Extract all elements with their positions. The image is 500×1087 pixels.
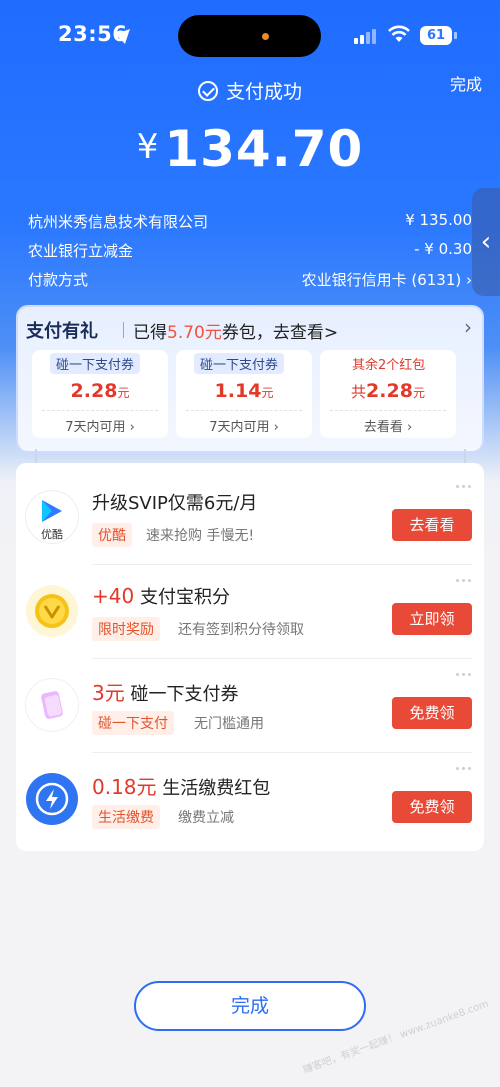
coupon-footer: 去看看 › bbox=[363, 420, 413, 435]
coupon-dash bbox=[42, 410, 158, 411]
cellular-signal-icon bbox=[354, 28, 378, 44]
done-button[interactable]: 完成 bbox=[134, 981, 366, 1031]
currency-symbol: ¥ bbox=[136, 127, 159, 167]
discount-value: - ¥ 0.30 bbox=[414, 240, 472, 258]
gift-title: 支付有礼 bbox=[26, 321, 98, 342]
coupon-value: 1.14元 bbox=[214, 380, 274, 402]
gift-card[interactable]: 支付有礼 已得5.70元券包，去查看> › 碰一下支付券 2.28元 7天内可用… bbox=[16, 305, 484, 453]
list-item[interactable]: 优酷 升级SVIP仅需6元/月 优酷 速来抢购 手慢无! 去看看 bbox=[16, 471, 484, 565]
payment-method-label: 付款方式 bbox=[28, 271, 89, 289]
payment-amount: ¥134.70 bbox=[0, 120, 500, 178]
offer-title: 0.18元 生活缴费红包 bbox=[92, 775, 271, 799]
gift-summary-link[interactable]: 已得5.70元券包，去查看> bbox=[133, 318, 338, 343]
wifi-icon bbox=[388, 25, 410, 42]
coupon-card-more[interactable]: 其余2个红包 共2.28元 去看看 › bbox=[320, 350, 456, 438]
check-circle-icon bbox=[197, 81, 218, 101]
coupon-tag: 其余2个红包 bbox=[352, 358, 426, 373]
side-drawer-tab[interactable]: ‹ bbox=[472, 188, 500, 296]
offer-desc: 缴费立减 bbox=[178, 810, 234, 826]
merchant-amount: ¥ 135.00 bbox=[405, 211, 472, 229]
coupon-dash bbox=[330, 410, 446, 411]
offer-desc: 无门槛通用 bbox=[194, 716, 264, 732]
coupon-value: 共2.28元 bbox=[351, 380, 425, 402]
merchant-name: 杭州米秀信息技术有限公司 bbox=[28, 213, 209, 231]
coupon-footer: 7天内可用 › bbox=[65, 420, 135, 435]
more-dots-icon[interactable] bbox=[456, 579, 472, 583]
coupon-dash bbox=[186, 410, 302, 411]
gift-sub-prefix: 已得 bbox=[133, 323, 167, 343]
coupon-card[interactable]: 碰一下支付券 1.14元 7天内可用 › bbox=[176, 350, 312, 438]
lightning-icon bbox=[26, 773, 78, 825]
gift-sub-amount: 5.70元 bbox=[167, 323, 222, 343]
coupon-value: 2.28元 bbox=[70, 380, 130, 402]
list-item[interactable]: 0.18元 生活缴费红包 生活缴费 缴费立减 免费领 bbox=[16, 753, 484, 847]
gift-sub-suffix: 券包，去查看> bbox=[221, 323, 339, 343]
status-bar: 23:56 61 bbox=[0, 0, 500, 72]
battery-icon: 61 bbox=[420, 26, 452, 45]
go-see-button[interactable]: 去看看 bbox=[392, 509, 472, 541]
coupon-card-icon bbox=[26, 679, 78, 731]
discount-label: 农业银行立减金 bbox=[28, 242, 134, 260]
more-dots-icon[interactable] bbox=[456, 673, 472, 677]
claim-now-button[interactable]: 立即领 bbox=[392, 603, 472, 635]
battery-tip bbox=[454, 32, 457, 39]
offer-desc: 速来抢购 手慢无! bbox=[146, 528, 255, 544]
list-item[interactable]: +40 支付宝积分 限时奖励 还有签到积分待领取 立即领 bbox=[16, 565, 484, 659]
success-text: 支付成功 bbox=[225, 81, 302, 103]
offer-tag: 生活缴费 bbox=[92, 805, 160, 829]
claim-free-button[interactable]: 免费领 bbox=[392, 791, 472, 823]
chevron-right-icon[interactable]: › bbox=[464, 315, 472, 339]
youku-icon: 优酷 bbox=[26, 491, 78, 543]
offers-list: 优酷 升级SVIP仅需6元/月 优酷 速来抢购 手慢无! 去看看 +40 支付宝… bbox=[16, 463, 484, 851]
claim-free-button[interactable]: 免费领 bbox=[392, 697, 472, 729]
more-dots-icon[interactable] bbox=[456, 767, 472, 771]
payment-method-value[interactable]: 农业银行信用卡 (6131) › bbox=[302, 269, 472, 290]
offer-tag: 限时奖励 bbox=[92, 617, 160, 641]
offer-tag: 碰一下支付 bbox=[92, 711, 174, 735]
coupon-tag: 碰一下支付券 bbox=[194, 353, 285, 374]
offer-title: 3元 碰一下支付券 bbox=[92, 681, 239, 705]
dynamic-island bbox=[178, 15, 321, 57]
offer-tag: 优酷 bbox=[92, 523, 132, 547]
done-button-top[interactable]: 完成 bbox=[450, 71, 482, 95]
indicator-dot-icon bbox=[262, 33, 269, 40]
payment-success-title: 支付成功 bbox=[0, 77, 500, 104]
list-item[interactable]: 3元 碰一下支付券 碰一下支付 无门槛通用 免费领 bbox=[16, 659, 484, 753]
offer-desc: 还有签到积分待领取 bbox=[178, 622, 304, 638]
more-dots-icon[interactable] bbox=[456, 485, 472, 489]
svg-text:优酷: 优酷 bbox=[41, 528, 63, 541]
amount-value: 134.70 bbox=[164, 120, 364, 178]
points-coin-icon bbox=[26, 585, 78, 637]
gift-divider bbox=[123, 322, 124, 338]
offer-title: 升级SVIP仅需6元/月 bbox=[92, 493, 258, 514]
coupon-tag: 碰一下支付券 bbox=[50, 353, 141, 374]
offer-title: +40 支付宝积分 bbox=[92, 584, 230, 608]
coupon-card[interactable]: 碰一下支付券 2.28元 7天内可用 › bbox=[32, 350, 168, 438]
coupon-footer: 7天内可用 › bbox=[209, 420, 279, 435]
